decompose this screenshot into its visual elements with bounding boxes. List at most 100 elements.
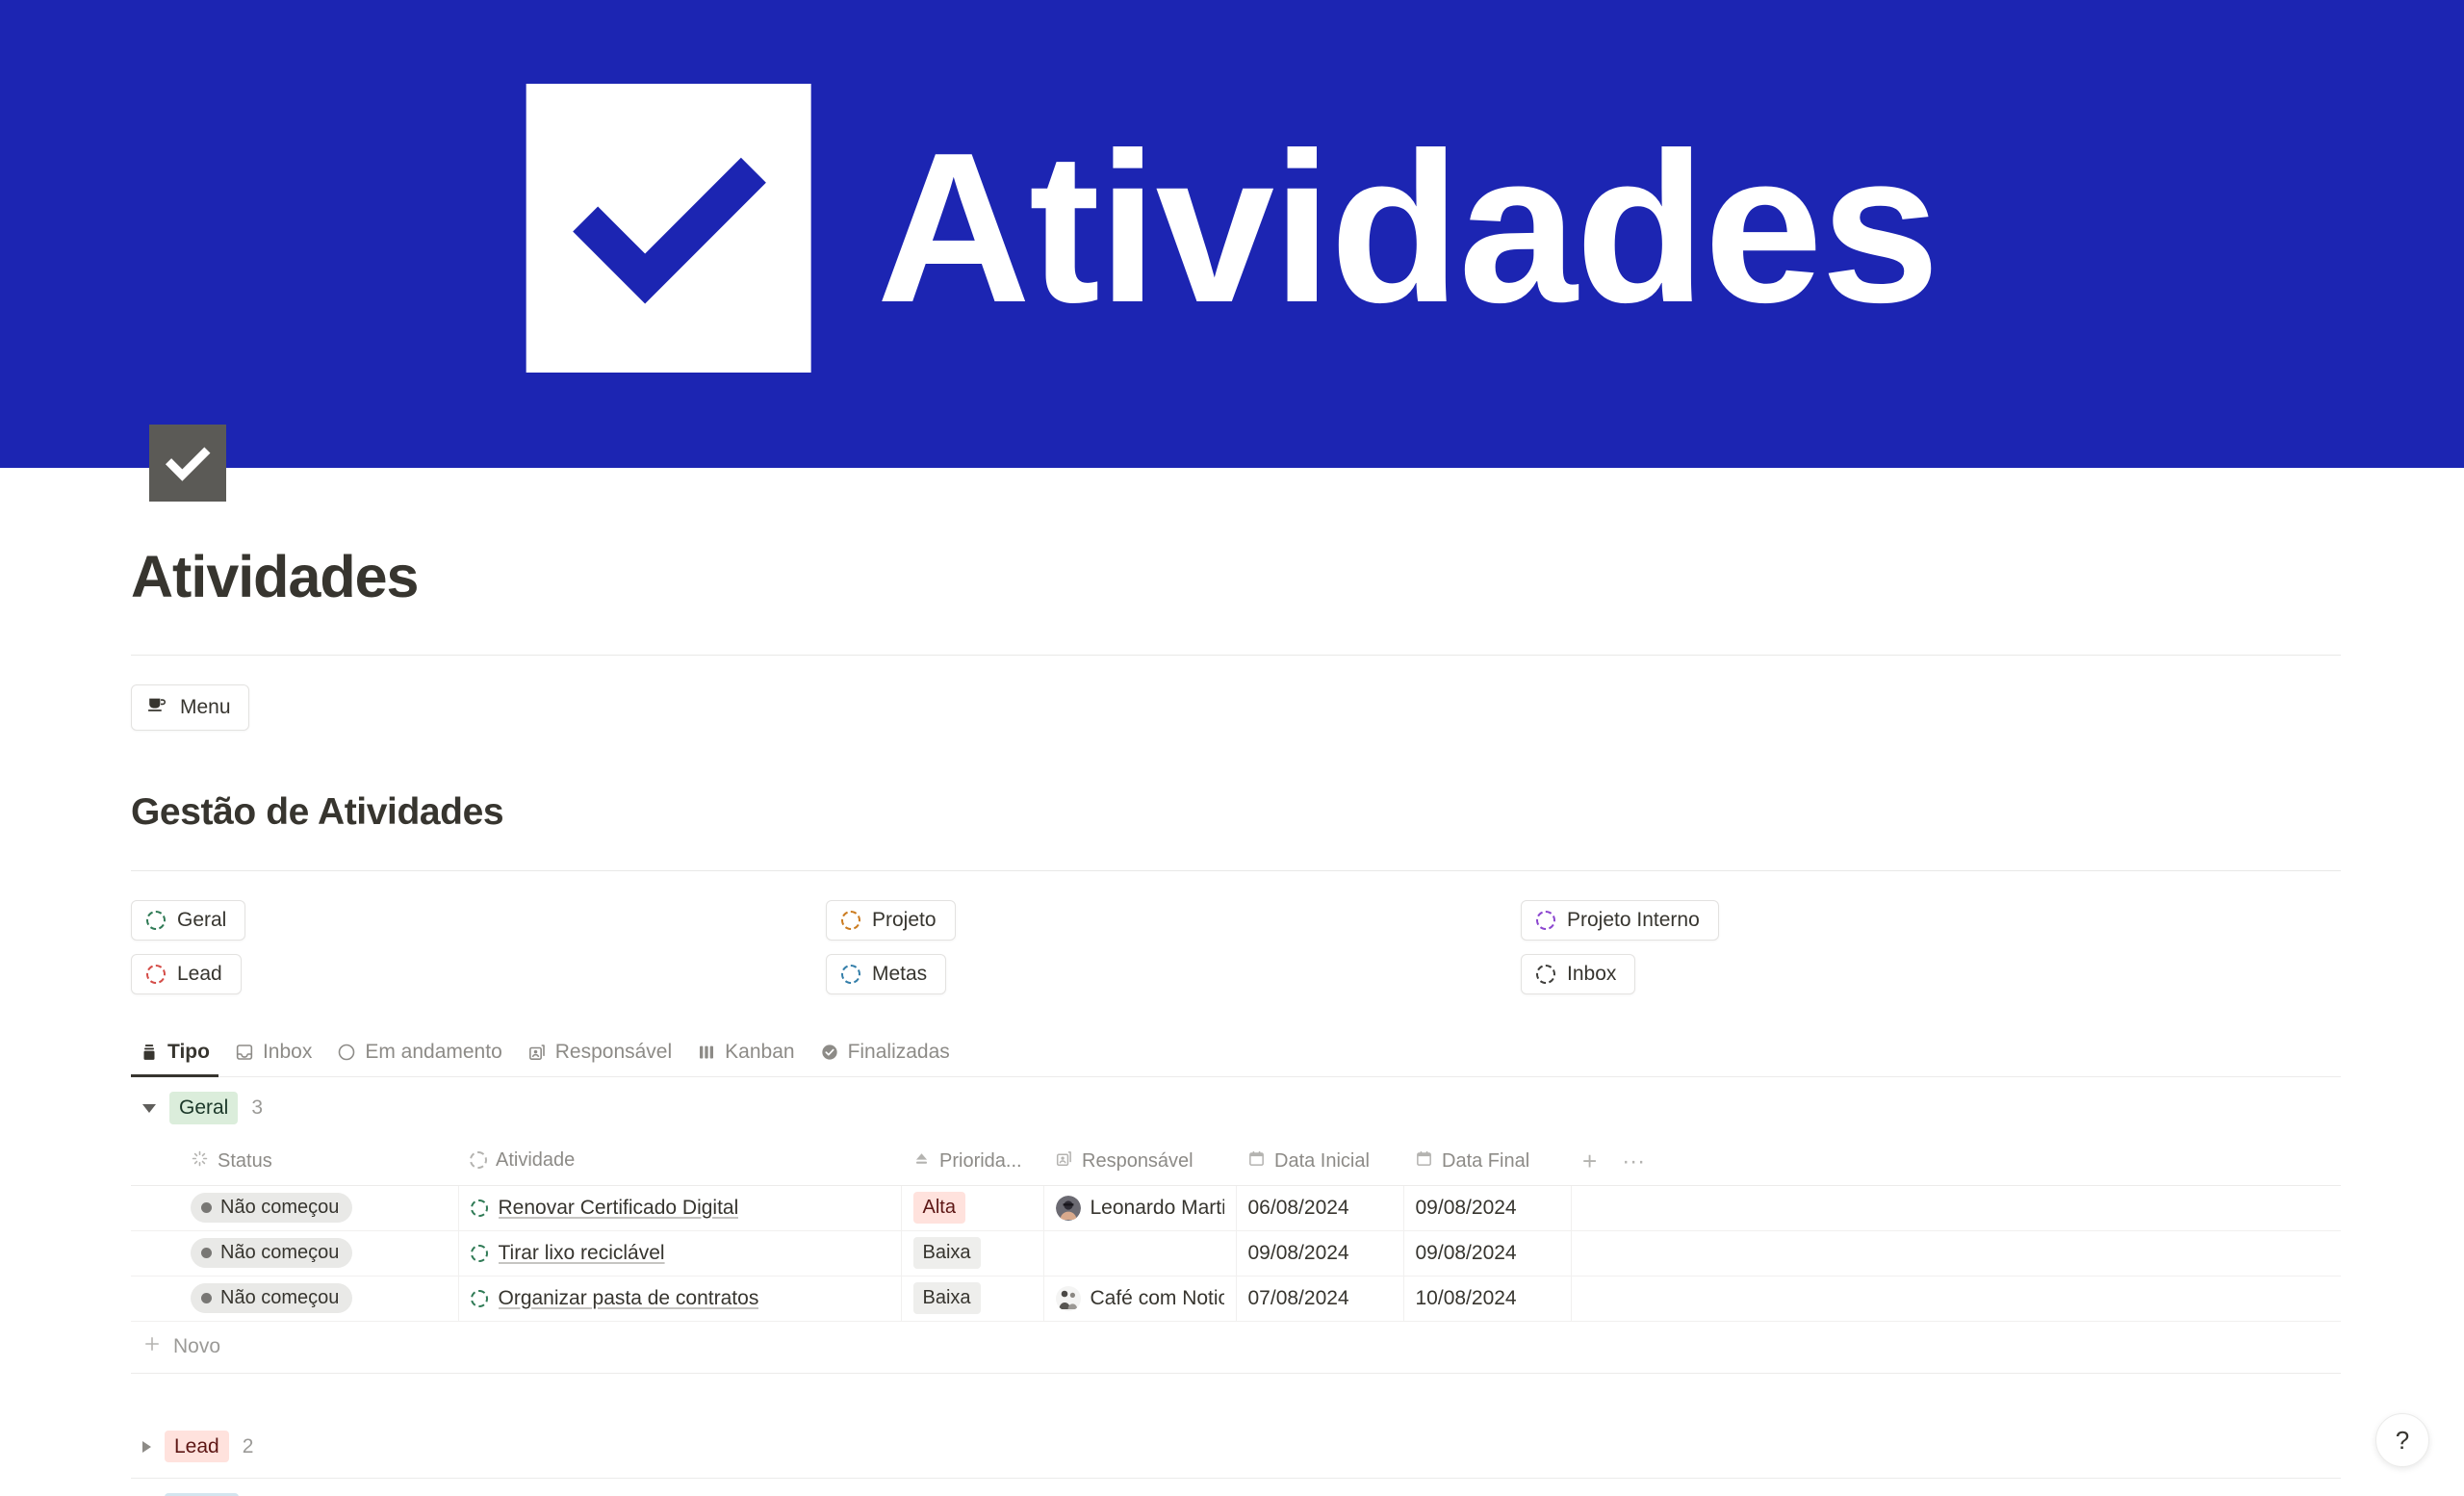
section-title: Gestão de Atividades — [131, 791, 504, 833]
kanban-bars-icon — [697, 1043, 716, 1062]
select-eject-icon — [912, 1149, 931, 1174]
chip-lead[interactable]: Lead — [131, 954, 242, 994]
tab-label: Inbox — [262, 1041, 313, 1063]
dashed-circle-icon — [146, 911, 166, 930]
column-header-status[interactable]: Status — [179, 1139, 458, 1186]
activities-table: Status Atividade Priorida... Responsável… — [131, 1139, 2341, 1322]
activity-link[interactable]: Renovar Certificado Digital — [499, 1197, 739, 1220]
more-options-button[interactable]: ··· — [1622, 1148, 1645, 1175]
status-dot-icon — [201, 1202, 212, 1213]
person-card-icon — [1055, 1149, 1073, 1174]
menu-button[interactable]: Menu — [131, 684, 249, 731]
group-header[interactable]: Geral 3 — [131, 1077, 2341, 1139]
table-row[interactable]: Não começou Tirar lixo reciclável Baixa … — [131, 1230, 2341, 1277]
activity-link[interactable]: Tirar lixo reciclável — [499, 1242, 665, 1265]
cell-status[interactable]: Não começou — [179, 1276, 459, 1322]
chip-geral[interactable]: Geral — [131, 900, 246, 941]
chip-metas[interactable]: Metas — [826, 954, 947, 994]
column-header-data-inicial[interactable]: Data Inicial — [1236, 1139, 1403, 1186]
cell-responsavel[interactable]: Café com Notion — [1043, 1276, 1237, 1322]
group-header[interactable]: Metas 2 — [131, 1479, 2341, 1496]
status-dot-icon — [201, 1293, 212, 1303]
database-view-tabs: Tipo Inbox Em andamento Responsável Kanb… — [131, 1023, 2341, 1077]
cell-data-final[interactable]: 10/08/2024 — [1403, 1276, 1572, 1322]
cell-data-final[interactable]: 09/08/2024 — [1403, 1185, 1572, 1231]
cell-data-inicial[interactable]: 09/08/2024 — [1236, 1230, 1404, 1277]
status-label: Não começou — [220, 1242, 340, 1263]
dashed-circle-icon — [146, 965, 166, 984]
priority-badge: Alta — [912, 1192, 965, 1224]
group-badge: Geral — [169, 1092, 239, 1124]
activity-link[interactable]: Organizar pasta de contratos — [499, 1287, 759, 1310]
divider — [131, 655, 2341, 656]
cell-status[interactable]: Não começou — [179, 1185, 459, 1231]
group-header[interactable]: Lead 2 — [131, 1416, 2341, 1478]
cell-atividade[interactable]: Organizar pasta de contratos — [458, 1276, 902, 1322]
row-grip[interactable] — [131, 1276, 179, 1322]
cell-data-inicial[interactable]: 07/08/2024 — [1236, 1276, 1404, 1322]
tab-label: Tipo — [167, 1041, 210, 1063]
chevron-right-icon[interactable] — [142, 1440, 151, 1453]
dashed-circle-icon — [841, 911, 860, 930]
check-circle-icon — [820, 1043, 839, 1062]
tab-kanban[interactable]: Kanban — [688, 1041, 803, 1076]
cell-atividade[interactable]: Tirar lixo reciclável — [458, 1230, 902, 1277]
cell-prioridade[interactable]: Alta — [901, 1185, 1044, 1231]
cell-responsavel[interactable] — [1043, 1230, 1237, 1277]
tab-em-andamento[interactable]: Em andamento — [328, 1041, 510, 1076]
cell-prioridade[interactable]: Baixa — [901, 1276, 1044, 1322]
chip-projeto-interno[interactable]: Projeto Interno — [1521, 900, 1719, 941]
cell-end — [1571, 1276, 2341, 1322]
table-row[interactable]: Não começou Organizar pasta de contratos… — [131, 1276, 2341, 1322]
group-metas: Metas 2 — [131, 1479, 2341, 1496]
chip-projeto[interactable]: Projeto — [826, 900, 956, 941]
chevron-down-icon[interactable] — [142, 1103, 156, 1113]
page-icon[interactable] — [149, 425, 226, 502]
tab-label: Em andamento — [365, 1041, 502, 1063]
cell-responsavel[interactable]: Leonardo Martins — [1043, 1185, 1237, 1231]
column-header-prioridade[interactable]: Priorida... — [901, 1139, 1043, 1186]
tab-responsavel[interactable]: Responsável — [519, 1041, 680, 1076]
table-header-row: Status Atividade Priorida... Responsável… — [131, 1139, 2341, 1186]
cell-data-final[interactable]: 09/08/2024 — [1403, 1230, 1572, 1277]
group-badge: Lead — [165, 1430, 229, 1463]
row-grip[interactable] — [131, 1185, 179, 1231]
inbox-tray-icon — [235, 1043, 254, 1062]
cell-status[interactable]: Não começou — [179, 1230, 459, 1277]
row-grip[interactable] — [131, 1230, 179, 1277]
dashed-circle-icon — [1536, 965, 1555, 984]
person-card-icon — [527, 1043, 547, 1062]
cell-atividade[interactable]: Renovar Certificado Digital — [458, 1185, 902, 1231]
cell-prioridade[interactable]: Baixa — [901, 1230, 1044, 1277]
status-dot-icon — [201, 1248, 212, 1258]
tab-finalizadas[interactable]: Finalizadas — [811, 1041, 959, 1076]
divider — [131, 870, 2341, 871]
column-header-atividade[interactable]: Atividade — [458, 1139, 901, 1186]
help-button[interactable]: ? — [2375, 1413, 2429, 1467]
tab-inbox[interactable]: Inbox — [226, 1041, 321, 1076]
status-badge: Não começou — [191, 1193, 353, 1223]
page-content: Atividades Menu Gestão de Atividades Ger… — [0, 543, 2464, 1496]
chip-label: Metas — [872, 963, 928, 985]
chip-label: Lead — [177, 963, 222, 985]
dashed-circle-icon — [470, 1199, 488, 1217]
chip-inbox[interactable]: Inbox — [1521, 954, 1636, 994]
status-badge: Não começou — [191, 1283, 353, 1313]
column-header-data-final[interactable]: Data Final — [1403, 1139, 1571, 1186]
add-column-button[interactable]: + — [1582, 1147, 1597, 1176]
banner-logo-lockup: Atividades — [526, 84, 1939, 373]
tab-tipo[interactable]: Tipo — [131, 1041, 218, 1077]
group-lead: Lead 2 — [131, 1416, 2341, 1479]
coffee-cup-icon — [146, 694, 167, 721]
calendar-icon — [1415, 1149, 1433, 1174]
new-row-button[interactable]: Novo — [131, 1322, 2341, 1374]
table-row[interactable]: Não começou Renovar Certificado Digital … — [131, 1185, 2341, 1231]
chip-label: Projeto Interno — [1567, 909, 1700, 931]
cell-data-inicial[interactable]: 06/08/2024 — [1236, 1185, 1404, 1231]
status-badge: Não começou — [191, 1238, 353, 1268]
priority-badge: Baixa — [912, 1282, 981, 1314]
column-header-responsavel[interactable]: Responsável — [1043, 1139, 1236, 1186]
menu-button-label: Menu — [180, 696, 231, 718]
group-count: 2 — [242, 1434, 254, 1457]
circle-icon — [337, 1043, 356, 1062]
